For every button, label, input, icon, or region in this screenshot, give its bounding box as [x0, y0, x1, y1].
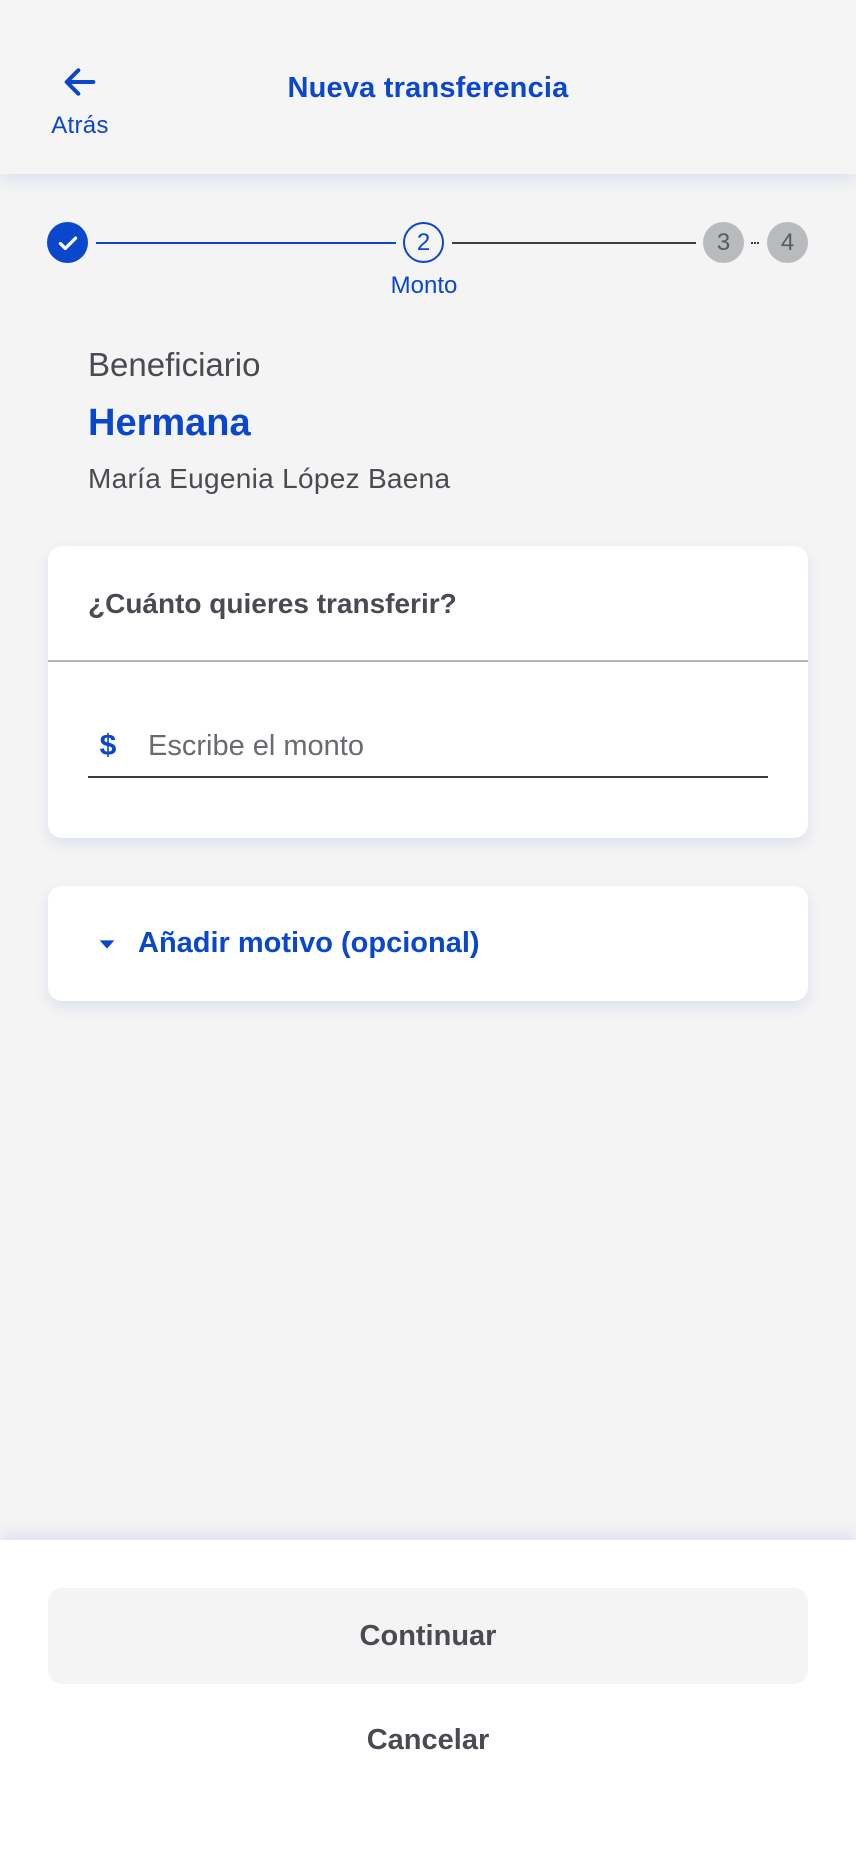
top-bar: Atrás Nueva transferencia [0, 0, 856, 174]
page-title: Nueva transferencia [287, 72, 569, 104]
step-4-pending: 4 [767, 222, 808, 263]
current-step-label: Monto [390, 272, 458, 299]
beneficiary-info: Beneficiario Hermana María Eugenia López… [88, 346, 788, 495]
step-connector-1 [96, 242, 396, 244]
beneficiary-alias: Hermana [88, 402, 251, 444]
add-reason-label: Añadir motivo (opcional) [138, 927, 480, 959]
continue-button[interactable]: Continuar [48, 1588, 808, 1684]
add-reason-toggle[interactable]: Añadir motivo (opcional) [96, 886, 480, 1001]
check-icon [58, 236, 77, 250]
beneficiary-name: María Eugenia López Baena [88, 463, 451, 494]
step-3-pending: 3 [703, 222, 744, 263]
card-divider [48, 660, 808, 662]
progress-stepper: 2 3 4 Monto [0, 218, 856, 308]
amount-input[interactable] [148, 729, 768, 763]
transfer-screen: Atrás Nueva transferencia 2 3 4 Monto Be… [0, 0, 856, 1852]
step-2-current: 2 [403, 222, 444, 263]
beneficiary-label: Beneficiario [88, 346, 261, 383]
bottom-actions: Continuar Cancelar [0, 1540, 856, 1852]
add-reason-card[interactable]: Añadir motivo (opcional) [48, 886, 808, 1001]
step-1-completed [47, 222, 88, 263]
cancel-button[interactable]: Cancelar [328, 1704, 528, 1776]
amount-card: ¿Cuánto quieres transferir? $ [48, 546, 808, 838]
step-connector-2 [452, 242, 696, 244]
amount-question: ¿Cuánto quieres transferir? [88, 588, 457, 619]
amount-field[interactable]: $ [88, 716, 768, 778]
dollar-icon: $ [99, 729, 117, 762]
back-label: Atrás [51, 112, 109, 139]
step-connector-3 [751, 242, 759, 244]
caret-down-icon [99, 939, 115, 949]
